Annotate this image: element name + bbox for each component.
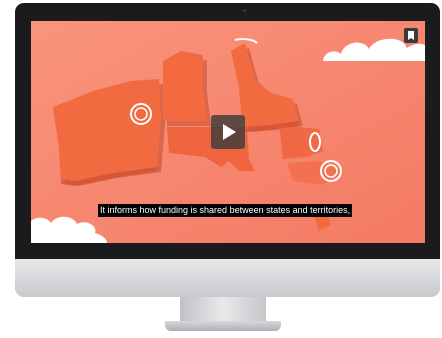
play-button[interactable]: [211, 115, 245, 149]
video-subtitle: It informs how funding is shared between…: [98, 204, 353, 217]
bookmark-icon: [408, 31, 414, 40]
video-player[interactable]: It informs how funding is shared between…: [31, 21, 425, 243]
bookmark-button[interactable]: [404, 28, 418, 43]
monitor-chin: [15, 259, 440, 297]
camera-dot: [243, 9, 246, 12]
play-icon: [223, 124, 236, 140]
monitor-foot: [165, 321, 281, 331]
monitor-stand: [180, 297, 266, 323]
map-northern-territory: [163, 51, 207, 121]
